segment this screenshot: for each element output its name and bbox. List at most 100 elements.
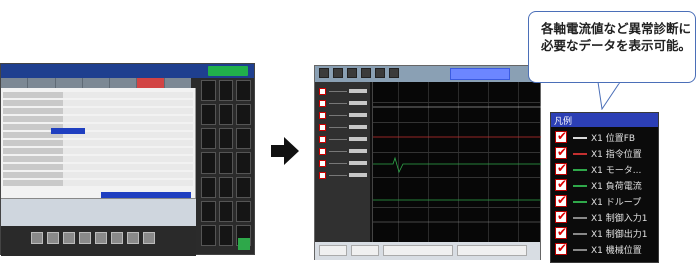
legend-checkbox[interactable]: ✔: [555, 145, 568, 159]
legend-checkbox[interactable]: ✔: [555, 193, 568, 207]
left-tab[interactable]: [1, 78, 28, 88]
function-key[interactable]: [143, 232, 155, 244]
left-tab[interactable]: [55, 78, 82, 88]
function-key[interactable]: [31, 232, 43, 244]
table-row: [3, 132, 193, 138]
legend-item[interactable]: ✔ X1 負荷電流: [555, 177, 660, 193]
toolbar-range-selector[interactable]: [450, 68, 510, 80]
function-key[interactable]: [95, 232, 107, 244]
left-tab[interactable]: [82, 78, 110, 88]
table-row: [3, 116, 193, 122]
left-parameter-screen: [0, 63, 255, 256]
legend-item[interactable]: ✔ X1 ドループ: [555, 193, 660, 209]
key-button[interactable]: [236, 128, 251, 150]
key-button[interactable]: [236, 104, 251, 126]
toolbar-button[interactable]: [361, 68, 371, 78]
table-row: [3, 140, 193, 146]
legend-item[interactable]: ✔ X1 位置FB: [555, 129, 660, 145]
list-item[interactable]: [319, 124, 367, 132]
left-tab[interactable]: [28, 78, 55, 88]
list-item[interactable]: [319, 100, 367, 108]
list-item[interactable]: [319, 88, 367, 96]
legend-item[interactable]: ✔ X1 機械位置: [555, 241, 660, 257]
check-icon: ✔: [557, 145, 568, 159]
check-icon: ✔: [557, 177, 568, 191]
legend-checkbox[interactable]: ✔: [555, 129, 568, 143]
toolbar-button[interactable]: [347, 68, 357, 78]
table-row: [3, 124, 193, 130]
key-button[interactable]: [201, 224, 216, 246]
function-key[interactable]: [79, 232, 91, 244]
legend-checkbox[interactable]: ✔: [555, 209, 567, 223]
status-button[interactable]: [351, 245, 379, 256]
function-key[interactable]: [63, 232, 75, 244]
table-row: [3, 92, 193, 98]
legend-checkbox[interactable]: ✔: [555, 225, 567, 239]
left-green-button[interactable]: [208, 66, 248, 76]
key-button[interactable]: [236, 80, 251, 102]
legend-label: X1 制御出力1: [591, 230, 648, 240]
left-keypad: [199, 78, 253, 248]
list-item[interactable]: [319, 136, 367, 144]
function-key[interactable]: [111, 232, 123, 244]
key-button[interactable]: [218, 224, 234, 246]
legend-item[interactable]: ✔ X1 制御出力1: [555, 225, 660, 241]
left-parameter-table: [1, 88, 196, 199]
key-button[interactable]: [236, 200, 251, 222]
key-button[interactable]: [218, 104, 234, 126]
list-item[interactable]: [319, 112, 367, 120]
legend-checkbox[interactable]: ✔: [555, 161, 568, 175]
legend-label: X1 機械位置: [591, 246, 642, 256]
toolbar-button[interactable]: [375, 68, 385, 78]
table-row: [3, 108, 193, 114]
toolbar-button[interactable]: [333, 68, 343, 78]
key-button[interactable]: [201, 128, 216, 150]
check-icon: ✔: [557, 161, 568, 175]
callout-pointer: [597, 82, 621, 110]
right-monitor-screen: [314, 65, 541, 260]
legend-item[interactable]: ✔ X1 指令位置: [555, 145, 660, 161]
right-status-bar: [315, 242, 540, 260]
key-button[interactable]: [201, 200, 216, 222]
list-item[interactable]: [319, 148, 367, 156]
key-button[interactable]: [236, 176, 251, 198]
legend-item[interactable]: ✔ X1 制御入力1: [555, 209, 660, 225]
left-tab[interactable]: [110, 78, 137, 88]
legend-header: 凡例: [551, 113, 658, 127]
key-button[interactable]: [201, 152, 216, 174]
callout-text: 各軸電流値など異常診断に必要なデータを表示可能。: [541, 21, 692, 53]
toolbar-button[interactable]: [319, 68, 329, 78]
table-row: [3, 156, 193, 162]
key-button[interactable]: [236, 152, 251, 174]
key-button[interactable]: [218, 128, 234, 150]
key-button[interactable]: [201, 104, 216, 126]
check-icon: ✔: [557, 129, 568, 143]
legend-checkbox[interactable]: ✔: [555, 241, 567, 255]
key-button[interactable]: [218, 200, 234, 222]
right-arrow-icon: [271, 137, 299, 165]
status-button[interactable]: [319, 245, 347, 256]
key-button[interactable]: [218, 176, 234, 198]
list-item[interactable]: [319, 172, 367, 180]
legend-checkbox[interactable]: ✔: [555, 177, 568, 191]
check-icon: ✔: [557, 193, 568, 207]
legend-item[interactable]: ✔ X1 モータ...: [555, 161, 660, 177]
key-button[interactable]: [201, 176, 216, 198]
left-tab[interactable]: [164, 78, 191, 88]
left-tab-active[interactable]: [137, 78, 164, 88]
function-key[interactable]: [47, 232, 59, 244]
toolbar-button[interactable]: [389, 68, 399, 78]
legend-label: X1 指令位置: [591, 150, 642, 160]
selected-cell[interactable]: [51, 128, 85, 134]
key-button[interactable]: [218, 152, 234, 174]
status-field: [457, 245, 527, 256]
key-button[interactable]: [218, 80, 234, 102]
list-item[interactable]: [319, 160, 367, 168]
table-row: [3, 180, 193, 186]
key-button[interactable]: [201, 80, 216, 102]
green-action-button[interactable]: [238, 238, 250, 250]
table-row: [3, 164, 193, 170]
table-row: [3, 148, 193, 154]
status-field: [383, 245, 453, 256]
function-key[interactable]: [127, 232, 139, 244]
